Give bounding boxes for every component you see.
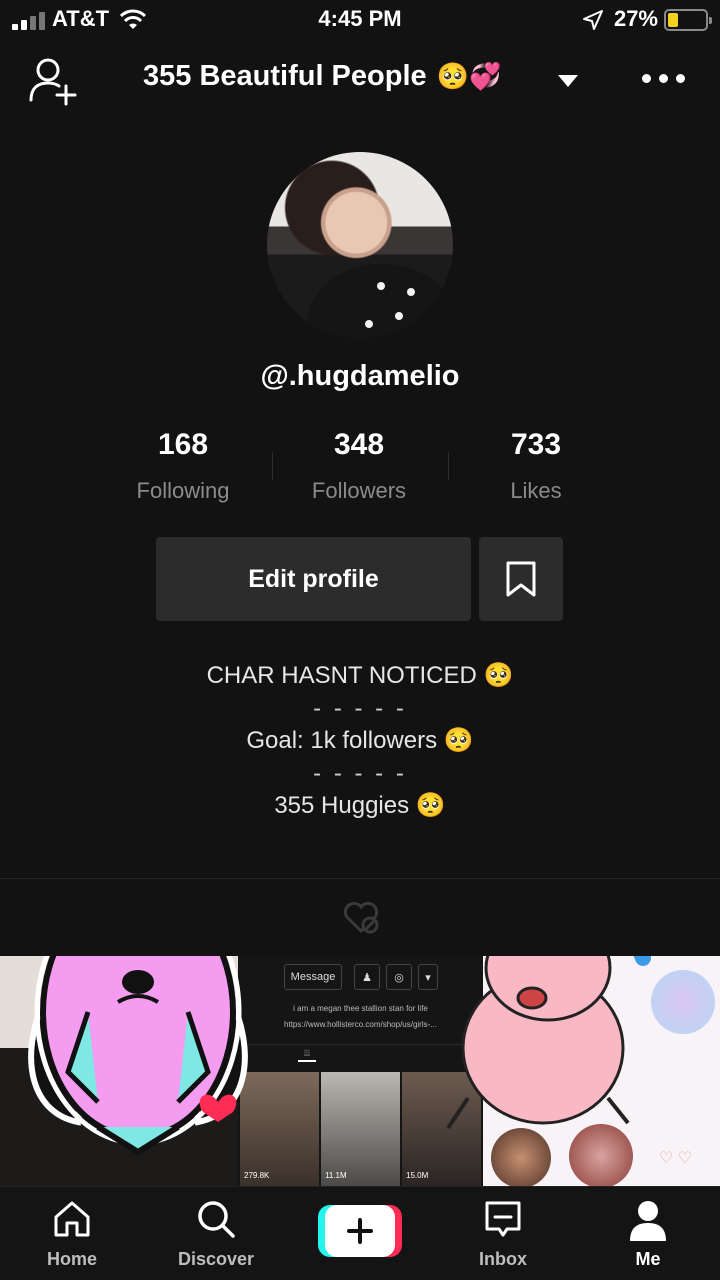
nav-inbox-label: Inbox xyxy=(479,1249,527,1269)
create-video-button[interactable] xyxy=(318,1205,402,1257)
nav-me[interactable]: Me xyxy=(588,1187,708,1280)
nav-home-label: Home xyxy=(46,1249,97,1269)
avatar xyxy=(651,970,715,1034)
user-icon: ♟ xyxy=(354,964,380,990)
chevron-down-icon[interactable] xyxy=(558,75,578,87)
add-user-icon[interactable] xyxy=(28,56,80,106)
header-title-emoji: 🥺💞 xyxy=(436,61,502,92)
edit-profile-button[interactable]: Edit profile xyxy=(156,537,471,621)
bio-line: CHAR HASNT NOTICED 🥺 xyxy=(206,662,514,689)
view-count: 11.1M xyxy=(325,1171,347,1180)
view-count: 279.8K xyxy=(244,1171,270,1180)
bio-line: Goal: 1k followers 🥺 xyxy=(246,727,474,754)
likes-count: 733 xyxy=(510,428,562,461)
crying-pig-sticker xyxy=(446,956,651,1130)
inbox-icon xyxy=(485,1201,521,1237)
likes-label: Likes xyxy=(510,478,562,503)
following-count: 168 xyxy=(157,428,209,461)
message-button: Message xyxy=(284,964,342,990)
status-bar: AT&T 4:45 PM 27% xyxy=(0,0,720,40)
favorites-button[interactable] xyxy=(479,537,563,621)
heart-icon: ♡ ♡ xyxy=(659,1150,693,1167)
content-tabs xyxy=(0,878,720,956)
crying-dog-sticker xyxy=(28,956,248,1156)
bio-separator: - - - - - xyxy=(313,694,407,722)
location-arrow-icon xyxy=(583,10,603,30)
nav-me-label: Me xyxy=(635,1249,661,1269)
bio-line: 355 Huggies 🥺 xyxy=(274,792,446,819)
liked-videos-hidden-icon[interactable] xyxy=(342,899,380,935)
battery-icon xyxy=(664,9,712,31)
profile-header: 355 Beautiful People 🥺💞 xyxy=(0,50,720,110)
stat-followers[interactable]: 348 Followers xyxy=(269,428,449,504)
avatar[interactable] xyxy=(267,152,453,338)
more-options-icon[interactable] xyxy=(642,74,685,83)
view-count: 15.0M xyxy=(406,1171,429,1180)
username: @.hugdamelio xyxy=(260,360,460,392)
followers-count: 348 xyxy=(333,428,385,461)
clock: 4:45 PM xyxy=(318,6,402,31)
nav-inbox[interactable]: Inbox xyxy=(443,1187,563,1280)
bio-separator: - - - - - xyxy=(313,759,407,787)
bio: CHAR HASNT NOTICED 🥺 - - - - - Goal: 1k … xyxy=(0,660,720,823)
home-icon xyxy=(54,1201,90,1237)
nav-home[interactable]: Home xyxy=(12,1187,132,1280)
profile-icon xyxy=(630,1201,666,1241)
followers-label: Followers xyxy=(311,478,407,503)
account-switcher[interactable]: 355 Beautiful People 🥺💞 xyxy=(143,60,501,93)
header-title: 355 Beautiful People xyxy=(143,60,427,92)
bookmark-icon xyxy=(506,561,536,597)
stat-likes[interactable]: 733 Likes xyxy=(446,428,626,504)
instagram-icon: ◎ xyxy=(386,964,412,990)
video-thumbnail: 11.1M xyxy=(321,1072,400,1186)
plus-icon xyxy=(347,1218,373,1244)
bottom-nav: Home Discover Inbox Me xyxy=(0,1186,720,1280)
video-grid: Message ♟ ◎ ▾ i am a megan thee stallion… xyxy=(0,956,720,1186)
nav-discover-label: Discover xyxy=(177,1249,255,1269)
grid-tab-icon: ⦙⦙⦙ xyxy=(298,1048,316,1062)
battery-percent: 27% xyxy=(613,6,658,31)
nav-discover[interactable]: Discover xyxy=(156,1187,276,1280)
search-icon xyxy=(198,1201,235,1238)
following-label: Following xyxy=(136,478,230,503)
stat-following[interactable]: 168 Following xyxy=(93,428,273,504)
